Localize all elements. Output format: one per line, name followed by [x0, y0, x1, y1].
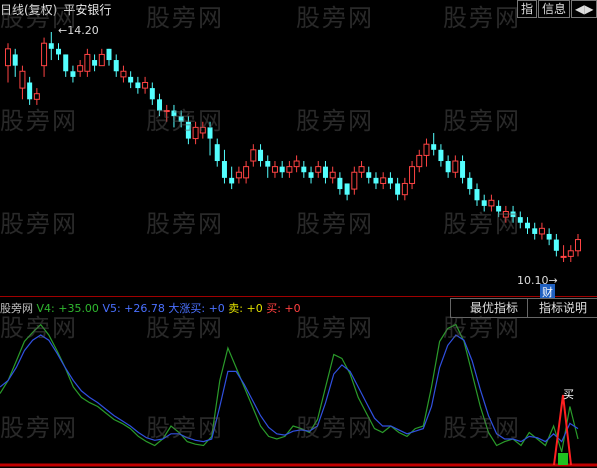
v5-value: V5: +26.78 — [102, 302, 165, 315]
indicator-chart[interactable] — [0, 0, 597, 468]
sell-value: 卖: +0 — [228, 302, 263, 315]
buy-signal-marker — [558, 453, 568, 465]
v5-line — [0, 334, 579, 443]
v4-value: V4: +35.00 — [36, 302, 99, 315]
indicator-header: 股旁网 V4: +35.00 V5: +26.78 大涨买: +0 卖: +0 … — [0, 300, 301, 316]
indicator-help-button[interactable]: 指标说明 — [527, 298, 597, 318]
indicator-name: 股旁网 — [0, 302, 33, 315]
best-indicator-button[interactable]: 最优指标 — [450, 298, 538, 318]
big-rise-value: 大涨买: +0 — [168, 302, 225, 315]
buy-value: 买: +0 — [266, 302, 301, 315]
buy-signal-label: 买 — [563, 388, 574, 401]
